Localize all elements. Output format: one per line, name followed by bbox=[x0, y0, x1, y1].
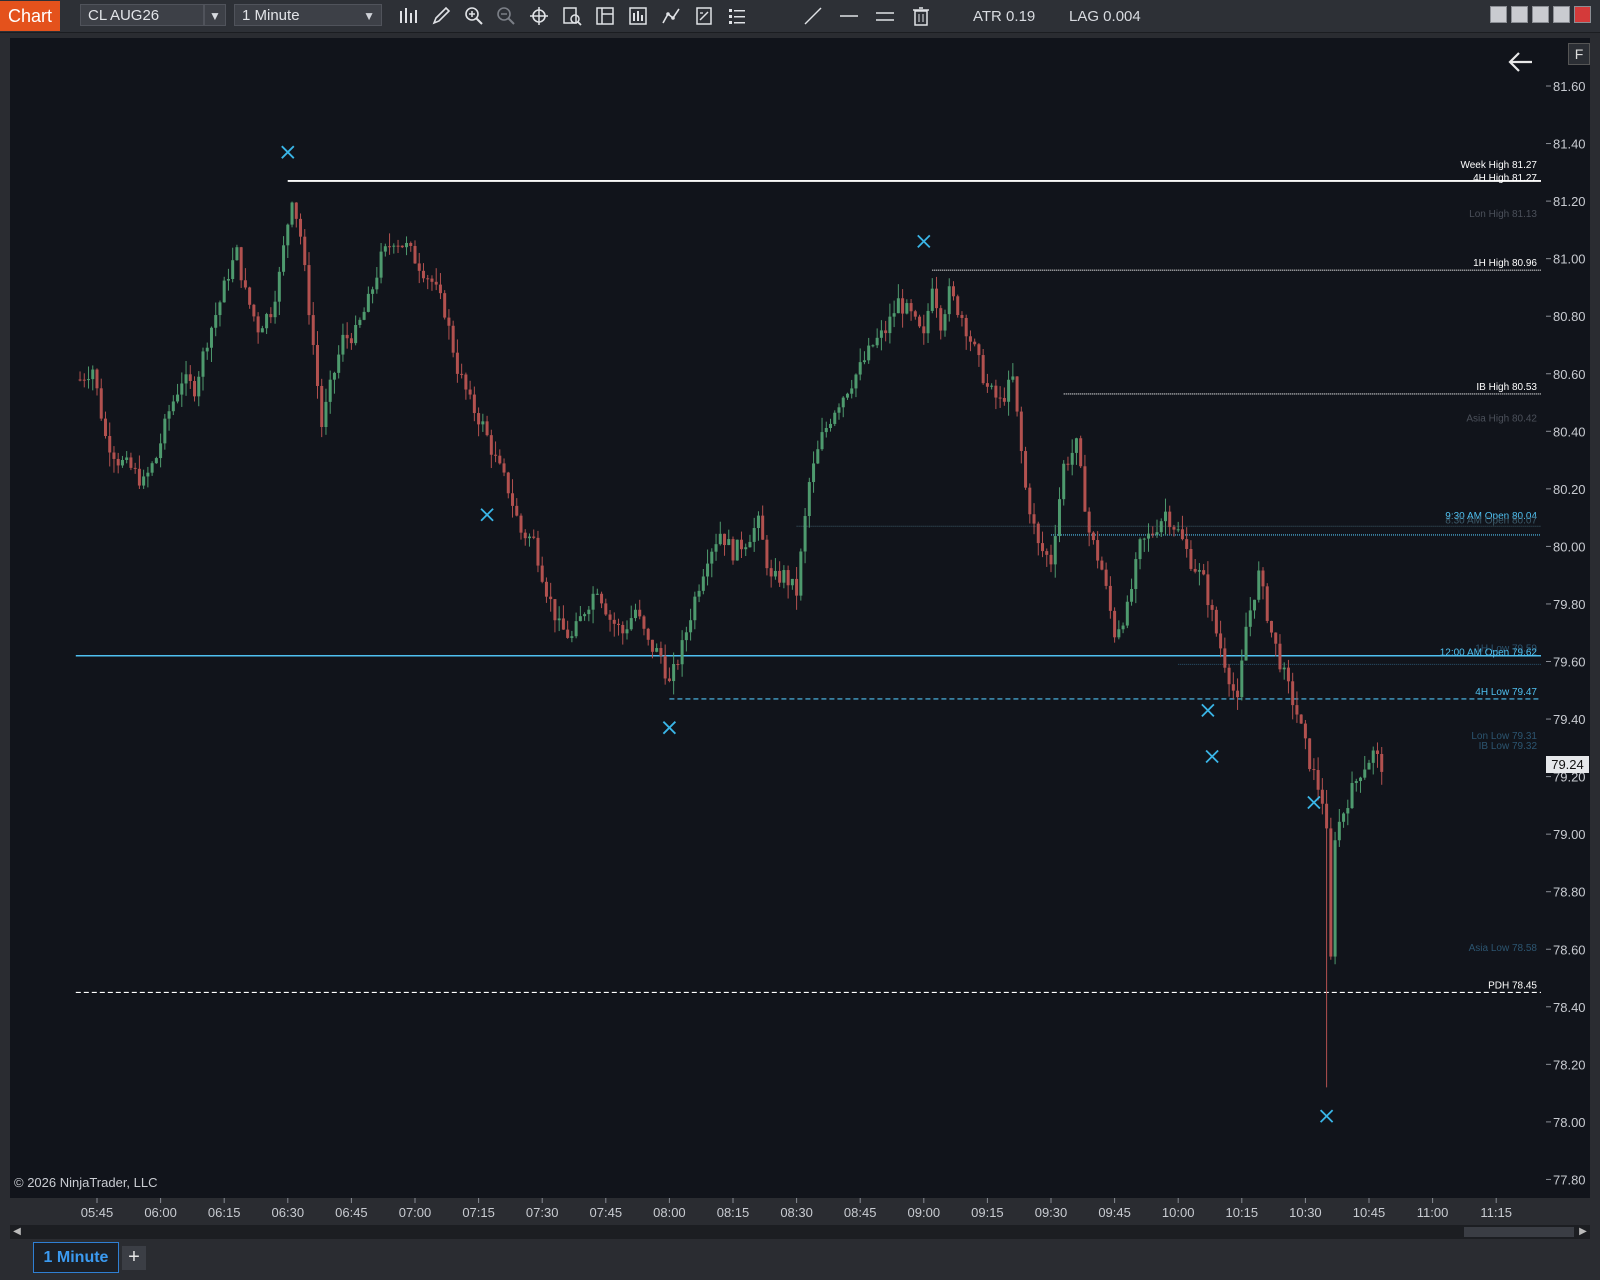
x-tick-label: 08:45 bbox=[844, 1205, 877, 1220]
instrument-selector[interactable]: CL AUG26 bbox=[80, 4, 204, 26]
lag-readout: LAG 0.004 bbox=[1069, 8, 1141, 25]
x-tick-label: 07:30 bbox=[526, 1205, 559, 1220]
x-tick-label: 05:45 bbox=[81, 1205, 114, 1220]
interval-label: 1 Minute bbox=[242, 7, 300, 24]
add-tab-button[interactable]: + bbox=[122, 1246, 146, 1270]
interval-selector[interactable]: 1 Minute ▼ bbox=[234, 4, 382, 26]
scroll-thumb[interactable] bbox=[1464, 1227, 1574, 1237]
scroll-right-icon[interactable]: ▶ bbox=[1576, 1225, 1590, 1239]
minimize-button[interactable] bbox=[1532, 6, 1549, 23]
zoom-in-icon[interactable] bbox=[463, 5, 485, 27]
template-icon[interactable] bbox=[693, 5, 715, 27]
x-tick-label: 07:45 bbox=[590, 1205, 623, 1220]
x-tick-label: 10:15 bbox=[1226, 1205, 1259, 1220]
x-tick-label: 06:00 bbox=[144, 1205, 177, 1220]
x-tick-label: 06:30 bbox=[272, 1205, 305, 1220]
pencil-icon[interactable] bbox=[430, 5, 452, 27]
atr-readout: ATR 0.19 bbox=[973, 8, 1036, 25]
tab-1-minute[interactable]: 1 Minute bbox=[33, 1242, 119, 1273]
x-tick-label: 07:15 bbox=[462, 1205, 495, 1220]
x-tick-label: 09:45 bbox=[1098, 1205, 1131, 1220]
price-axis[interactable] bbox=[1546, 38, 1590, 1198]
data-box-icon[interactable] bbox=[561, 5, 583, 27]
x-tick-label: 09:15 bbox=[971, 1205, 1004, 1220]
double-line-icon[interactable] bbox=[874, 5, 896, 27]
horizontal-line-icon[interactable] bbox=[838, 5, 860, 27]
trash-icon[interactable] bbox=[910, 5, 932, 27]
x-tick-label: 06:45 bbox=[335, 1205, 368, 1220]
x-tick-label: 09:00 bbox=[908, 1205, 941, 1220]
x-tick-label: 06:15 bbox=[208, 1205, 241, 1220]
chart-toolbar: Chart CL AUG26 ▼ 1 Minute ▼ ATR 0.19 LAG… bbox=[0, 0, 1600, 33]
f-button[interactable]: F bbox=[1568, 43, 1590, 65]
x-tick-label: 10:30 bbox=[1289, 1205, 1322, 1220]
maximize-button[interactable] bbox=[1553, 6, 1570, 23]
x-tick-label: 07:00 bbox=[399, 1205, 432, 1220]
chart-panel[interactable] bbox=[10, 38, 1546, 1198]
instrument-label: CL AUG26 bbox=[88, 7, 160, 24]
instrument-dropdown-button[interactable]: ▼ bbox=[204, 4, 226, 26]
chart-tab-bar: 1 Minute + bbox=[0, 1241, 1600, 1280]
chevron-down-icon: ▼ bbox=[363, 9, 375, 23]
crosshair-icon[interactable] bbox=[528, 5, 550, 27]
chart-properties-icon[interactable] bbox=[594, 5, 616, 27]
line-tool-icon[interactable] bbox=[802, 5, 824, 27]
zoom-out-icon[interactable] bbox=[495, 5, 517, 27]
x-tick-label: 08:00 bbox=[653, 1205, 686, 1220]
x-tick-label: 08:30 bbox=[780, 1205, 813, 1220]
scroll-left-icon[interactable]: ◀ bbox=[10, 1225, 24, 1239]
window-tile-button[interactable] bbox=[1511, 6, 1528, 23]
chart-window-badge: Chart bbox=[0, 1, 60, 31]
close-button[interactable] bbox=[1574, 6, 1591, 23]
window-tile-button[interactable] bbox=[1490, 6, 1507, 23]
x-tick-label: 08:15 bbox=[717, 1205, 750, 1220]
x-tick-label: 11:00 bbox=[1417, 1205, 1449, 1220]
strategies-icon[interactable] bbox=[627, 5, 649, 27]
x-tick-label: 09:30 bbox=[1035, 1205, 1068, 1220]
x-tick-label: 11:15 bbox=[1480, 1205, 1512, 1220]
x-tick-label: 10:45 bbox=[1353, 1205, 1386, 1220]
chevron-down-icon: ▼ bbox=[209, 9, 221, 23]
list-icon[interactable] bbox=[726, 5, 748, 27]
current-price-tag: 79.24 bbox=[1546, 756, 1589, 773]
x-tick-label: 10:00 bbox=[1162, 1205, 1195, 1220]
horizontal-scrollbar[interactable]: ◀ ▶ bbox=[10, 1225, 1590, 1239]
bar-type-icon[interactable] bbox=[397, 5, 419, 27]
drawing-tools-icon[interactable] bbox=[660, 5, 682, 27]
copyright-text: © 2026 NinjaTrader, LLC bbox=[14, 1175, 158, 1190]
